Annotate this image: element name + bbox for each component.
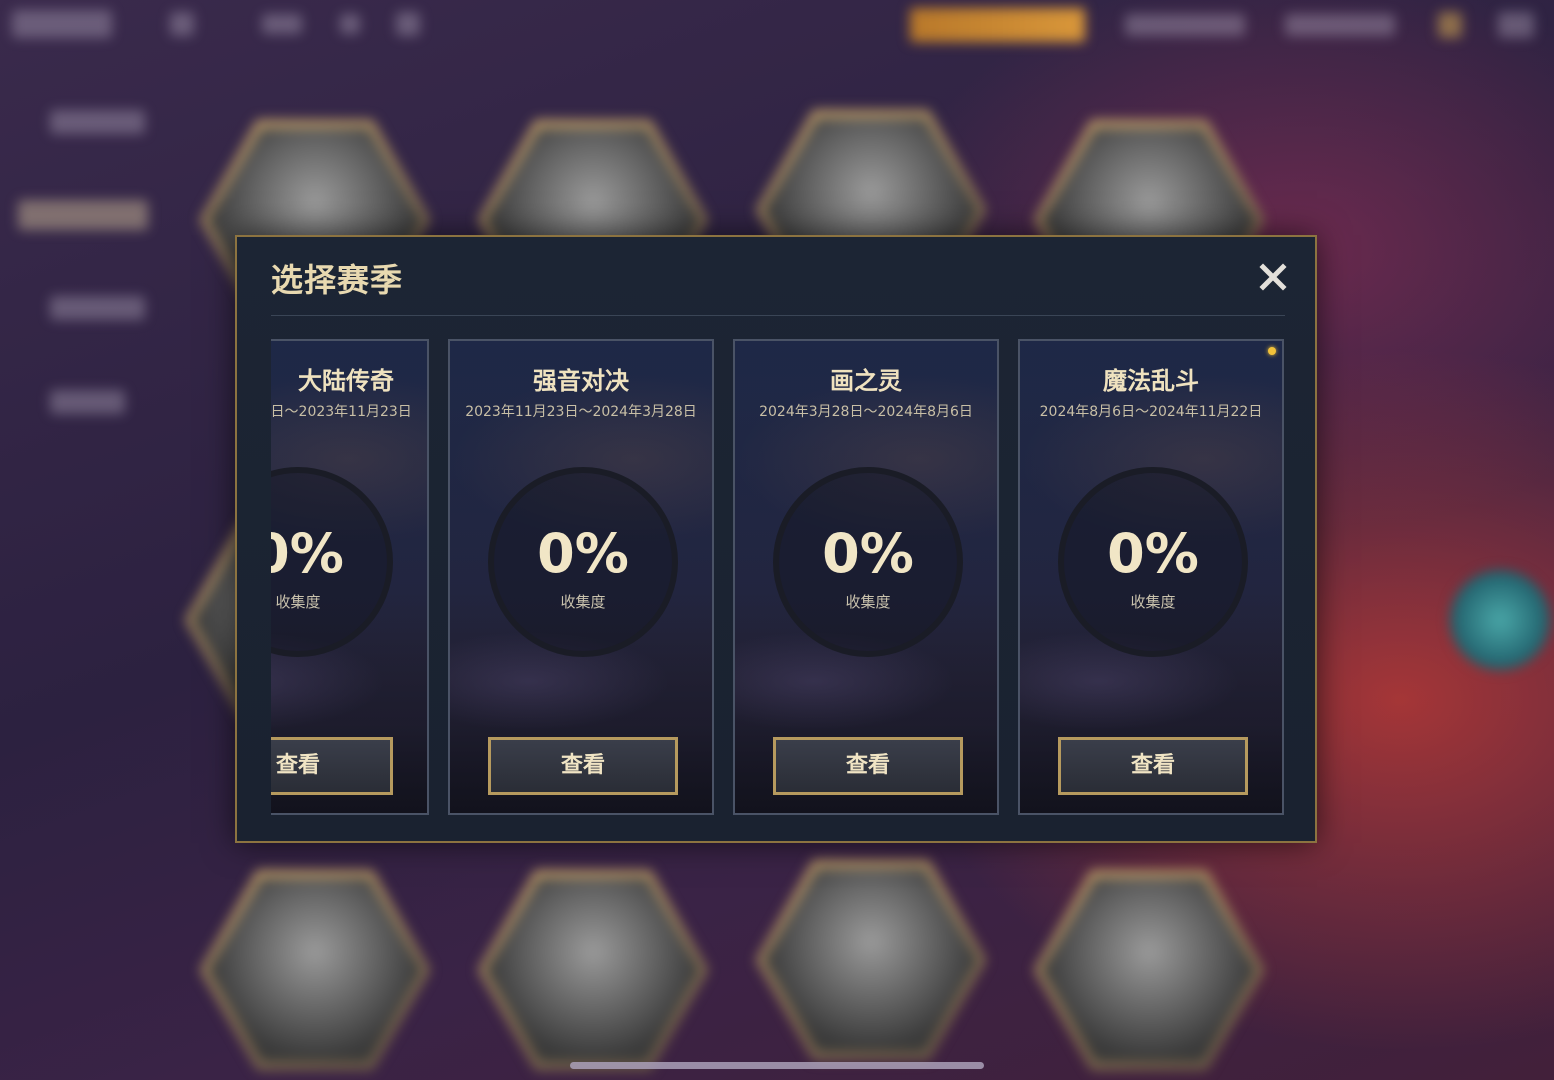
progress-value: 0% [537, 522, 629, 585]
menu-item [340, 14, 360, 34]
season-dates: 2023年8月10日～2023年11月23日 [271, 404, 412, 420]
game-screen: 选择赛季 大陆传奇 2023年8月10日～2023年11月23日 0% 收集度 … [0, 0, 1554, 1080]
menu-item [170, 12, 194, 36]
season-dates: 2024年3月28日～2024年8月6日 [759, 404, 973, 420]
settings-icon [1498, 12, 1534, 38]
view-button[interactable]: 查看 [488, 737, 678, 795]
logo [12, 10, 112, 38]
season-card-3[interactable]: 画之灵 2024年3月28日～2024年8月6日 0% 收集度 查看 [733, 339, 999, 815]
progress-label: 收集度 [560, 593, 606, 611]
sidebar-item [50, 296, 145, 320]
dialog-title: 选择赛季 [271, 261, 404, 299]
hero-tile [478, 870, 708, 1070]
currency-display [1285, 14, 1395, 36]
menu-item [262, 14, 302, 34]
view-button[interactable]: 查看 [1058, 737, 1248, 795]
hero-tile [200, 870, 430, 1070]
season-name: 魔法乱斗 [1103, 367, 1199, 395]
progress-ring: 0% 收集度 [1058, 467, 1248, 657]
progress-value: 0% [822, 522, 914, 585]
season-dates: 2023年11月23日～2024年3月28日 [465, 404, 697, 420]
progress-label: 收集度 [275, 593, 321, 611]
notification-icon [1438, 12, 1462, 38]
season-name: 强音对决 [533, 367, 629, 395]
progress-ring: 0% 收集度 [773, 467, 963, 657]
season-name: 画之灵 [830, 367, 902, 395]
season-dates: 2024年8月6日～2024年11月22日 [1039, 404, 1263, 420]
divider [271, 315, 1285, 316]
top-bar [0, 0, 1554, 50]
search-icon [396, 12, 420, 36]
progress-value: 0% [271, 522, 344, 585]
progress-value: 0% [1107, 522, 1199, 585]
new-indicator-dot [1268, 347, 1276, 355]
progress-label: 收集度 [1130, 593, 1176, 611]
season-select-dialog: 选择赛季 大陆传奇 2023年8月10日～2023年11月23日 0% 收集度 … [235, 235, 1317, 843]
hero-tile [1034, 870, 1264, 1070]
close-icon [1259, 263, 1287, 291]
season-card-4[interactable]: 魔法乱斗 2024年8月6日～2024年11月22日 0% 收集度 查看 [1018, 339, 1284, 815]
currency-button [910, 8, 1085, 42]
rank-badge [1450, 570, 1550, 670]
close-button[interactable] [1253, 257, 1293, 297]
season-carousel[interactable]: 大陆传奇 2023年8月10日～2023年11月23日 0% 收集度 查看 强音… [271, 337, 1287, 817]
progress-label: 收集度 [845, 593, 891, 611]
season-card-1[interactable]: 大陆传奇 2023年8月10日～2023年11月23日 0% 收集度 查看 [271, 339, 429, 815]
home-indicator[interactable] [570, 1062, 984, 1069]
view-button[interactable]: 查看 [271, 737, 393, 795]
hero-tile [756, 860, 986, 1060]
sidebar-item [50, 390, 125, 414]
view-button[interactable]: 查看 [773, 737, 963, 795]
season-card-2[interactable]: 强音对决 2023年11月23日～2024年3月28日 0% 收集度 查看 [448, 339, 714, 815]
sidebar-item [18, 200, 148, 230]
sidebar-item [50, 110, 145, 134]
progress-ring: 0% 收集度 [488, 467, 678, 657]
currency-display [1125, 14, 1245, 36]
season-name: 大陆传奇 [298, 367, 394, 395]
